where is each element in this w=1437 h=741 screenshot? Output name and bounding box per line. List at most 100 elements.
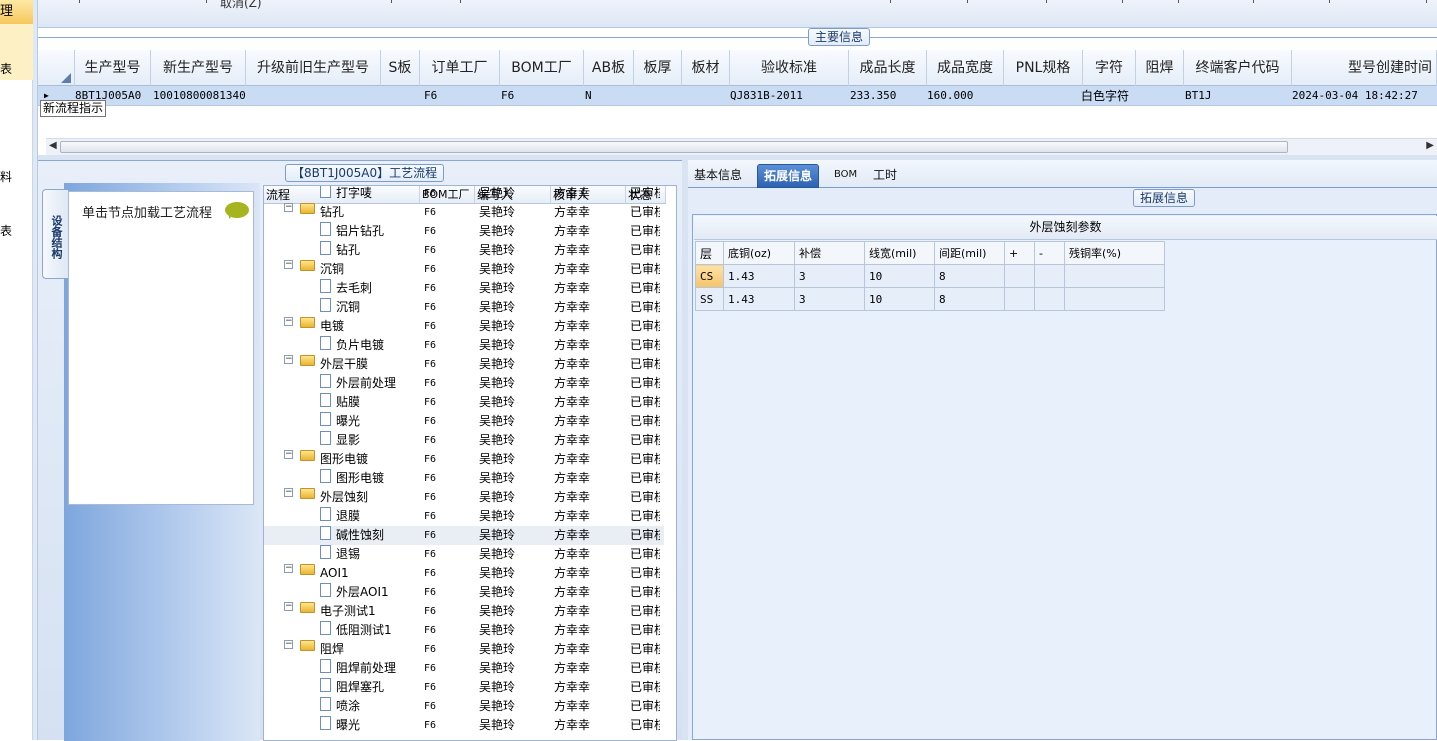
col-header[interactable]: AB板 [584,50,634,86]
nav-item-3[interactable]: 表 [0,222,12,239]
tree-row[interactable]: − 电子测试1 F6 吴艳玲 方幸幸 已审核 [264,602,664,621]
tree-row[interactable]: 外层前处理 F6 吴艳玲 方幸幸 已审核 [264,374,664,393]
scroll-right-icon[interactable]: ▶ [1426,140,1434,151]
cell-minus[interactable] [1034,264,1065,288]
tree-row[interactable]: − 图形电镀 F6 吴艳玲 方幸幸 已审核 [264,450,664,469]
nav-selected-item[interactable]: 理 [0,0,33,24]
tree-row[interactable]: 低阻测试1 F6 吴艳玲 方幸幸 已审核 [264,621,664,640]
cell-compensation[interactable]: 3 [794,287,865,311]
row-selector-header[interactable] [38,50,75,86]
tree-row[interactable]: 曝光 F6 吴艳玲 方幸幸 已审核 [264,716,664,735]
collapse-icon[interactable]: − [284,602,293,611]
tab-work-hours[interactable]: 工时 [867,164,903,188]
cell-compensation[interactable]: 3 [794,264,865,288]
node-load-panel[interactable]: 单击节点加载工艺流程 [68,191,254,505]
tree-row[interactable]: 图形电镀 F6 吴艳玲 方幸幸 已审核 [264,469,664,488]
nav-item-1[interactable]: 表 [0,60,12,77]
tree-row[interactable]: − 阻焊 F6 吴艳玲 方幸幸 已审核 [264,640,664,659]
tree-row[interactable]: 碱性蚀刻 F6 吴艳玲 方幸幸 已审核 [264,526,664,545]
tree-row[interactable]: 退膜 F6 吴艳玲 方幸幸 已审核 [264,507,664,526]
tree-row[interactable]: 去毛刺 F6 吴艳玲 方幸幸 已审核 [264,279,664,298]
tree-row[interactable]: 打字唛 F6 吴艳玲 方幸幸 已审核 [264,186,664,203]
col-header[interactable]: 板材 [682,50,730,86]
collapse-icon[interactable]: − [284,450,293,459]
tree-row[interactable]: − 外层蚀刻 F6 吴艳玲 方幸幸 已审核 [264,488,664,507]
tree-cell-reviewer: 方幸幸 [554,338,591,352]
col-header[interactable]: BOM工厂 [500,50,584,86]
tree-row[interactable]: 沉铜 F6 吴艳玲 方幸幸 已审核 [264,298,664,317]
col-header[interactable]: 板厚 [634,50,682,86]
horizontal-scrollbar[interactable]: ◀ ▶ [46,138,1437,155]
tree-row[interactable]: − 钻孔 F6 吴艳玲 方幸幸 已审核 [264,203,664,222]
scroll-left-icon[interactable]: ◀ [49,140,57,151]
cancel-button[interactable]: 取消(Z) [220,0,262,11]
col-header[interactable]: 生产型号 [75,50,151,86]
collapse-icon[interactable]: − [284,317,293,326]
col-header[interactable]: 验收标准 [730,50,849,86]
collapse-icon[interactable]: − [284,564,293,573]
cell-plus[interactable] [1004,264,1035,288]
extended-info-area: 外层蚀刻参数 层 底铜(oz) 补偿 线宽(mil) 间距(mil) + - 残… [692,214,1437,740]
col-header[interactable]: 成品长度 [849,50,927,86]
col-header[interactable]: 订单工厂 [420,50,500,86]
col-header[interactable]: PNL规格 [1004,50,1083,86]
nav-item-2[interactable]: 料 [0,168,12,185]
cell-plus[interactable] [1004,287,1035,311]
col-header[interactable]: 新生产型号 [151,50,246,86]
col-header[interactable]: 型号创建时间 [1292,50,1437,86]
col-header[interactable]: 升级前旧生产型号 [246,50,381,86]
col-header[interactable]: 成品宽度 [927,50,1004,86]
tab-extended-info[interactable]: 拓展信息 [757,164,820,188]
tree-row[interactable]: 钻孔 F6 吴艳玲 方幸幸 已审核 [264,241,664,260]
cell-residual-copper[interactable] [1064,264,1165,288]
col-header[interactable]: 线宽(mil) [864,241,935,265]
table-row[interactable]: ▶ 8BT1J005A0 10010800081340 F6 F6 N QJ83… [38,86,1437,106]
cell-residual-copper[interactable] [1064,287,1165,311]
cell-spacing[interactable]: 8 [934,287,1005,311]
col-header[interactable]: 间距(mil) [934,241,1005,265]
tree-row[interactable]: 铝片钻孔 F6 吴艳玲 方幸幸 已审核 [264,222,664,241]
tree-row[interactable]: 退锡 F6 吴艳玲 方幸幸 已审核 [264,545,664,564]
collapse-icon[interactable]: − [284,640,293,649]
tree-row[interactable]: 负片电镀 F6 吴艳玲 方幸幸 已审核 [264,336,664,355]
col-header[interactable]: 字符 [1083,50,1136,86]
collapse-icon[interactable]: − [284,260,293,269]
table-row[interactable]: CS 1.43 3 10 8 [695,264,1165,288]
cell-spacing[interactable]: 8 [934,264,1005,288]
tree-row[interactable]: 喷涂 F6 吴艳玲 方幸幸 已审核 [264,697,664,716]
cell-minus[interactable] [1034,287,1065,311]
col-header[interactable]: 阻焊 [1136,50,1184,86]
tab-bom[interactable]: BOM [828,164,863,188]
col-header[interactable]: + [1004,241,1035,265]
collapse-icon[interactable]: − [284,203,293,212]
tree-row[interactable]: 贴膜 F6 吴艳玲 方幸幸 已审核 [264,393,664,412]
col-header[interactable]: 残铜率(%) [1064,241,1165,265]
tree-row[interactable]: 阻焊塞孔 F6 吴艳玲 方幸幸 已审核 [264,678,664,697]
tree-row[interactable]: − 沉铜 F6 吴艳玲 方幸幸 已审核 [264,260,664,279]
col-header[interactable]: S板 [381,50,420,86]
tree-row[interactable]: − 外层干膜 F6 吴艳玲 方幸幸 已审核 [264,355,664,374]
col-header[interactable]: 层 [695,241,724,265]
cell-line-width[interactable]: 10 [864,264,935,288]
cell-base-copper[interactable]: 1.43 [723,264,795,288]
col-header[interactable]: 补偿 [794,241,865,265]
tree-cell-editor: 吴艳玲 [479,262,516,276]
tree-row[interactable]: − 电镀 F6 吴艳玲 方幸幸 已审核 [264,317,664,336]
collapse-icon[interactable]: − [284,488,293,497]
tab-equipment-structure[interactable]: 设备结构 [42,189,68,279]
tree-row[interactable]: 曝光 F6 吴艳玲 方幸幸 已审核 [264,412,664,431]
tree-row[interactable]: − AOI1 F6 吴艳玲 方幸幸 已审核 [264,564,664,583]
tree-row[interactable]: 显影 F6 吴艳玲 方幸幸 已审核 [264,431,664,450]
tab-basic-info[interactable]: 基本信息 [688,164,748,188]
tree-row[interactable]: 外层AOI1 F6 吴艳玲 方幸幸 已审核 [264,583,664,602]
tree-row[interactable]: 阻焊前处理 F6 吴艳玲 方幸幸 已审核 [264,659,664,678]
table-row[interactable]: SS 1.43 3 10 8 [695,287,1165,311]
col-header[interactable]: - [1034,241,1065,265]
tree-cell-bom: F6 [424,701,437,712]
collapse-icon[interactable]: − [284,355,293,364]
col-header[interactable]: 终端客户代码 [1184,50,1292,86]
scroll-thumb[interactable] [60,141,1288,153]
cell-base-copper[interactable]: 1.43 [723,287,795,311]
col-header[interactable]: 底铜(oz) [723,241,795,265]
cell-line-width[interactable]: 10 [864,287,935,311]
